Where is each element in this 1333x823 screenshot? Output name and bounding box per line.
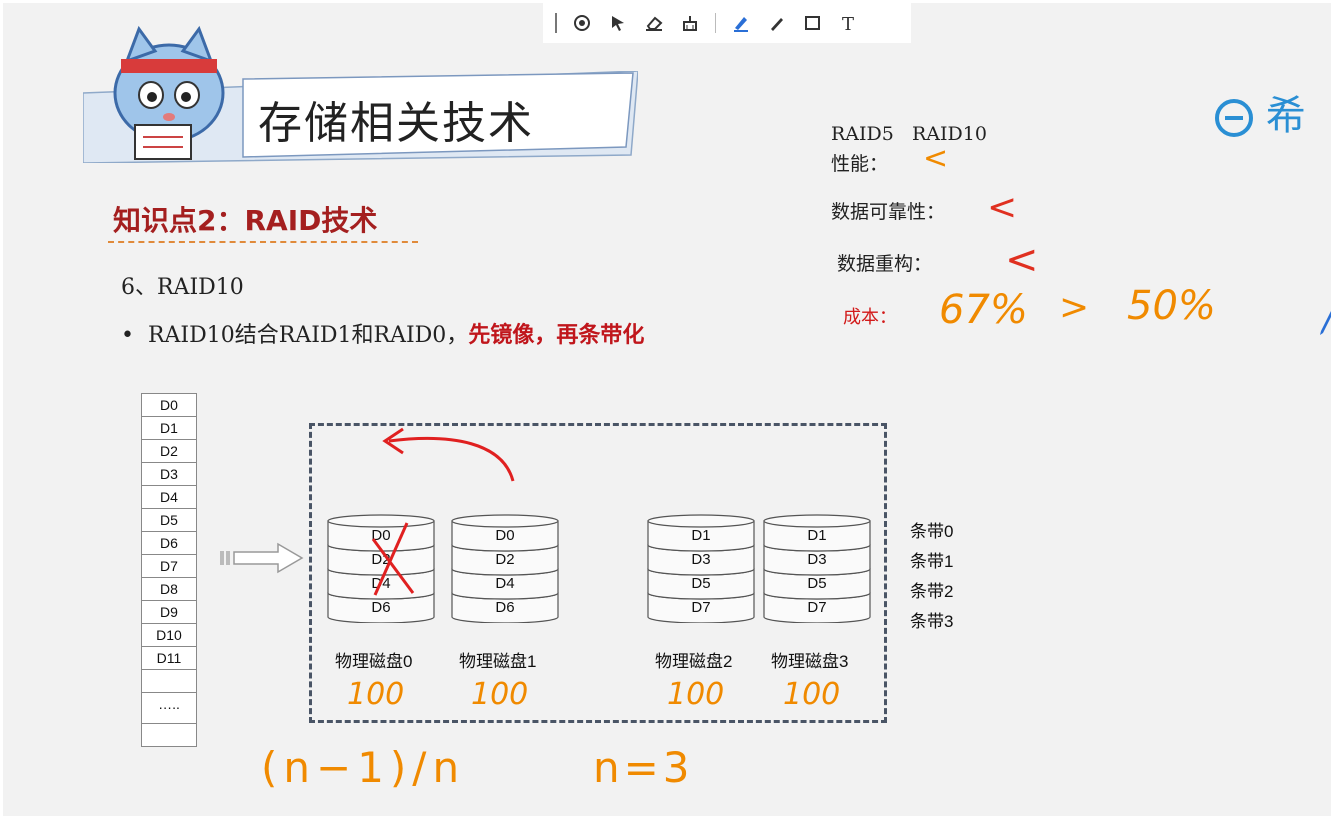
heading-underline (108, 241, 418, 243)
stripe-label-3: 条带3 (910, 612, 954, 631)
comparison-header: RAID5 RAID10 (831, 123, 987, 145)
slide-canvas: T 存储相关技术 希 知识点2：RAID技术 6、RAID10 • RAID10… (3, 3, 1331, 816)
handwriting-less-than-1: < (923, 141, 949, 176)
data-block-list: D0 D1 D2 D3 D4 D5 D6 D7 D8 D9 D10 D11 ….. (141, 393, 197, 747)
page-title: 存储相关技术 (258, 98, 534, 149)
arrow-pointer-icon[interactable] (607, 12, 629, 34)
rectangle-icon[interactable] (802, 12, 824, 34)
stripe-label-1: 条带1 (910, 552, 954, 571)
window-bottom-edge (0, 816, 1333, 823)
rebuild-label: 数据重构： (837, 253, 933, 275)
handwriting-n-value: n=3 (593, 743, 694, 792)
disk-block-label: D6 (371, 599, 391, 616)
failed-disk-cross-annotation (371, 522, 415, 596)
disk-block-label: D4 (495, 575, 515, 592)
handwriting-cost-raid5: 67% (939, 287, 1028, 333)
text-icon[interactable]: T (838, 12, 860, 34)
data-block-cell: D0 (142, 394, 196, 417)
disk-block-label: D5 (807, 575, 827, 592)
data-block-cell: D1 (142, 417, 196, 440)
disk-block-label: D0 (495, 527, 515, 544)
toolbar-divider (715, 13, 716, 33)
disk-block-label: D1 (691, 527, 711, 544)
disk-label: 物理磁盘1 (459, 652, 537, 671)
data-block-cell: D8 (142, 578, 196, 601)
stripe-label-0: 条带0 (910, 522, 954, 541)
data-block-cell: D9 (142, 601, 196, 624)
handwriting-capacity-note: 100 (667, 677, 725, 712)
disk-block-label: D3 (691, 551, 711, 568)
disk-block-label: D6 (495, 599, 515, 616)
data-block-cell: D7 (142, 555, 196, 578)
handwriting-capacity-note: 100 (471, 677, 529, 712)
data-block-cell: D10 (142, 624, 196, 647)
handwriting-capacity-note: 100 (783, 677, 841, 712)
disk-label: 物理磁盘2 (655, 652, 733, 671)
logo-mark-icon (1215, 99, 1253, 137)
data-block-cell: ….. (142, 693, 196, 724)
eraser-icon[interactable] (643, 12, 665, 34)
mirror-arrow-annotation (382, 427, 515, 482)
data-block-cell (142, 724, 196, 746)
handwriting-less-than-2: < (987, 187, 1018, 228)
logo-text: 希 (1265, 93, 1306, 139)
bullet-main: RAID10结合RAID1和RAID0， (147, 323, 469, 348)
disk-block-label: D7 (691, 599, 711, 616)
highlighter-icon[interactable] (730, 12, 752, 34)
disk-block-label: D2 (495, 551, 515, 568)
disk-label: 物理磁盘0 (335, 652, 413, 671)
bullet-text: • RAID10结合RAID1和RAID0，先镜像，再条带化 (121, 317, 644, 349)
data-block-cell: D6 (142, 532, 196, 555)
disk-block-label: D7 (807, 599, 827, 616)
disk-block-label: D3 (807, 551, 827, 568)
cost-label: 成本： (843, 307, 897, 328)
data-block-cell (142, 670, 196, 693)
disk-block-label: D5 (691, 575, 711, 592)
pen-icon[interactable] (766, 12, 788, 34)
handwriting-formula: (n−1)/n (261, 743, 466, 792)
data-block-cell: D2 (142, 440, 196, 463)
data-block-cell: D4 (142, 486, 196, 509)
annotation-toolbar: T (543, 3, 911, 43)
mascot-cat-image (113, 25, 225, 160)
section-number: 6、RAID10 (121, 275, 244, 300)
reliability-label: 数据可靠性： (831, 201, 946, 223)
performance-label: 性能： (831, 153, 889, 175)
knowledge-point-heading: 知识点2：RAID技术 (113, 204, 378, 237)
brand-logo: 希 (1215, 83, 1306, 141)
handwriting-cost-raid10: 50% (1127, 283, 1216, 329)
handwriting-less-than-3: < (1005, 237, 1039, 283)
handwriting-capacity-note: 100 (347, 677, 405, 712)
bullet-dot: • (121, 323, 148, 348)
toolbar-grip[interactable] (555, 13, 557, 33)
pen-cursor-icon (1320, 311, 1331, 335)
data-block-cell: D3 (142, 463, 196, 486)
bullet-highlight: 先镜像，再条带化 (468, 323, 645, 348)
clear-icon[interactable] (679, 12, 701, 34)
stripe-label-2: 条带2 (910, 582, 954, 601)
data-block-cell: D5 (142, 509, 196, 532)
disk-label: 物理磁盘3 (771, 652, 849, 671)
arrow-right-icon (220, 542, 304, 574)
data-block-cell: D11 (142, 647, 196, 670)
laser-pointer-icon[interactable] (571, 12, 593, 34)
svg-text:T: T (842, 14, 854, 33)
disk-block-label: D1 (807, 527, 827, 544)
handwriting-greater-than: > (1059, 287, 1090, 328)
